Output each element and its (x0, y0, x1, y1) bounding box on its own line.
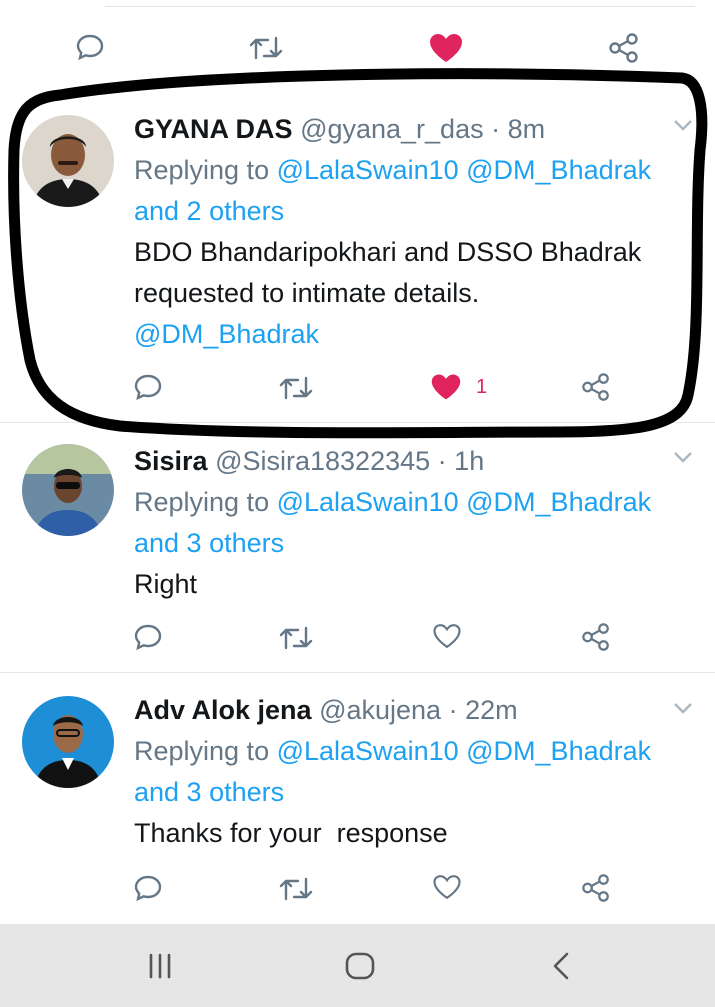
share-icon (609, 33, 638, 63)
chevron-down-icon (674, 703, 692, 714)
chevron-down-icon (674, 452, 692, 463)
tweet-text-line: BDO Bhandaripokhari and DSSO Bhadrak (134, 237, 642, 267)
home-button[interactable] (344, 951, 376, 981)
like-button[interactable] (432, 622, 462, 650)
more-options-button[interactable] (672, 701, 694, 720)
reply-icon (134, 624, 162, 651)
replying-to: Replying to @LalaSwain10 @DM_Bhadrakand … (134, 731, 694, 813)
separator-dot: · (448, 695, 458, 725)
user-handle[interactable]: @akujena (319, 695, 441, 725)
reply-button[interactable] (133, 873, 163, 903)
like-button[interactable]: 1 (430, 372, 487, 402)
chevron-down-icon (674, 120, 692, 131)
retweet-icon (279, 877, 313, 901)
retweet-icon (279, 626, 313, 650)
avatar[interactable] (22, 115, 114, 207)
avatar[interactable] (22, 696, 114, 788)
others-link[interactable]: and 3 others (134, 528, 284, 558)
retweet-button[interactable] (278, 624, 314, 652)
reply-button[interactable] (133, 372, 163, 402)
display-name[interactable]: Sisira (134, 446, 208, 476)
like-outline-icon (433, 875, 461, 900)
like-button[interactable] (432, 873, 462, 901)
tweet-text: BDO Bhandaripokhari and DSSO Bhadrak req… (134, 232, 694, 355)
mention-link[interactable]: @LalaSwain10 (277, 155, 459, 185)
previous-tweet-actions (0, 0, 715, 84)
user-handle[interactable]: @Sisira18322345 (215, 446, 430, 476)
replying-to: Replying to @LalaSwain10 @DM_Bhadrakand … (134, 482, 694, 564)
divider (0, 422, 715, 423)
tweet-text: Thanks for your response (134, 813, 694, 854)
tweet-card[interactable]: Adv Alok jena @akujena · 22m Replying to… (0, 693, 715, 921)
divider (0, 672, 715, 673)
recent-apps-button[interactable] (146, 952, 174, 980)
replying-prefix: Replying to (134, 736, 277, 766)
share-button[interactable] (581, 873, 611, 903)
others-link[interactable]: and 3 others (134, 777, 284, 807)
replying-prefix: Replying to (134, 155, 277, 185)
share-button[interactable] (581, 622, 611, 652)
recent-apps-icon (149, 953, 171, 979)
mention-link[interactable]: @LalaSwain10 (277, 736, 459, 766)
reply-button[interactable] (75, 32, 105, 62)
share-button[interactable] (581, 372, 611, 402)
share-icon (582, 874, 609, 902)
retweet-button[interactable] (278, 374, 314, 402)
tweet-text-line: Thanks for your response (134, 818, 448, 848)
more-options-button[interactable] (672, 450, 694, 469)
mention-link[interactable]: @DM_Bhadrak (134, 314, 694, 355)
tweet-header: GYANA DAS @gyana_r_das · 8m (134, 112, 545, 146)
avatar[interactable] (22, 444, 114, 536)
more-options-button[interactable] (672, 118, 694, 137)
reply-icon (134, 875, 162, 902)
back-icon (553, 952, 569, 980)
reply-button[interactable] (133, 622, 163, 652)
tweet-header: Sisira @Sisira18322345 · 1h (134, 444, 484, 478)
display-name[interactable]: GYANA DAS (134, 114, 293, 144)
others-link[interactable]: and 2 others (134, 196, 284, 226)
retweet-icon (249, 36, 283, 60)
back-button[interactable] (550, 951, 572, 981)
display-name[interactable]: Adv Alok jena (134, 695, 312, 725)
retweet-button[interactable] (278, 875, 314, 903)
separator-dot: · (437, 446, 447, 476)
home-icon (345, 952, 375, 980)
mention-link[interactable]: @LalaSwain10 (277, 487, 459, 517)
retweet-icon (279, 376, 313, 400)
divider (105, 6, 695, 7)
mention-link[interactable]: @DM_Bhadrak (466, 155, 651, 185)
timestamp[interactable]: 22m (465, 695, 518, 725)
reply-icon (134, 374, 162, 401)
reply-icon (76, 34, 104, 61)
tweet-header: Adv Alok jena @akujena · 22m (134, 693, 518, 727)
user-handle[interactable]: @gyana_r_das (300, 114, 484, 144)
retweet-button[interactable] (248, 34, 284, 62)
like-filled-icon (431, 374, 461, 400)
system-navigation-bar (0, 924, 715, 1007)
separator-dot: · (491, 114, 501, 144)
like-button[interactable] (428, 32, 464, 64)
tweet-card[interactable]: Sisira @Sisira18322345 · 1h Replying to … (0, 444, 715, 672)
mention-link[interactable]: @DM_Bhadrak (466, 487, 651, 517)
tweet-text: Right (134, 564, 694, 605)
share-icon (582, 373, 609, 401)
like-outline-icon (433, 624, 461, 649)
share-button[interactable] (608, 32, 640, 64)
replying-to: Replying to @LalaSwain10 @DM_Bhadrakand … (134, 150, 694, 232)
like-count: 1 (476, 375, 488, 398)
timestamp[interactable]: 8m (508, 114, 546, 144)
like-filled-icon (430, 34, 462, 62)
share-icon (582, 623, 609, 651)
tweet-text-line: Right (134, 569, 198, 599)
tweet-text-line: requested to intimate details. (134, 278, 480, 308)
tweet-card[interactable]: GYANA DAS @gyana_r_das · 8m Replying to … (0, 112, 715, 422)
replying-prefix: Replying to (134, 487, 277, 517)
mention-link[interactable]: @DM_Bhadrak (466, 736, 651, 766)
timestamp[interactable]: 1h (454, 446, 484, 476)
